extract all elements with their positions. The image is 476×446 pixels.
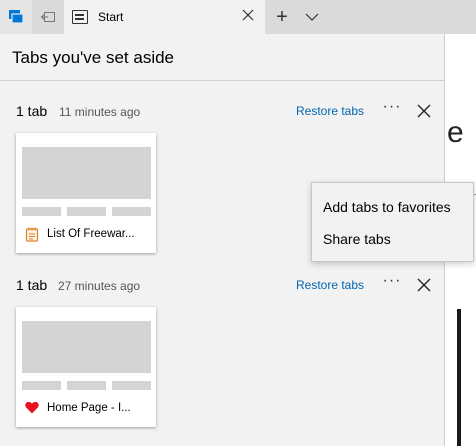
thumbnail-placeholder-line bbox=[22, 381, 61, 390]
tab-card[interactable]: Home Page - I... bbox=[16, 307, 156, 427]
thumbnail-placeholder-line bbox=[67, 381, 106, 390]
partial-heading-glyph: e bbox=[447, 116, 464, 149]
close-icon bbox=[242, 9, 254, 21]
set-aside-icon bbox=[40, 12, 55, 22]
close-icon bbox=[417, 278, 431, 292]
notepad-icon bbox=[25, 227, 39, 242]
set-tabs-aside-button[interactable] bbox=[32, 0, 64, 34]
share-tabs-menu-item[interactable]: Share tabs bbox=[312, 223, 473, 255]
more-options-button[interactable]: ··· bbox=[380, 272, 404, 292]
remove-group-button[interactable] bbox=[414, 275, 434, 295]
thumbnail-placeholder bbox=[22, 321, 151, 373]
thumbnail-placeholder-line bbox=[22, 207, 61, 216]
thumbnail-placeholder bbox=[22, 147, 151, 199]
thumbnail-placeholder-line bbox=[112, 207, 151, 216]
tabs-aside-icon bbox=[9, 10, 24, 24]
tab-card-title: List Of Freewar... bbox=[47, 228, 135, 240]
tab-card[interactable]: List Of Freewar... bbox=[16, 133, 156, 253]
start-page-icon bbox=[72, 10, 88, 24]
tabs-aside-button[interactable] bbox=[0, 0, 32, 34]
tab-count: 1 tab bbox=[16, 103, 48, 119]
thumbnail-placeholder-line bbox=[112, 381, 151, 390]
group-time: 11 minutes ago bbox=[59, 105, 141, 119]
more-options-button[interactable]: ··· bbox=[380, 98, 404, 118]
tab-count: 1 tab bbox=[16, 277, 48, 293]
divider bbox=[0, 80, 445, 81]
more-options-menu: Add tabs to favorites Share tabs bbox=[311, 182, 474, 262]
remove-group-button[interactable] bbox=[414, 101, 434, 121]
tab-card-title: Home Page - I... bbox=[47, 402, 131, 414]
tab-title: Start bbox=[98, 10, 124, 24]
tab-start[interactable]: Start bbox=[64, 0, 265, 34]
restore-tabs-link[interactable]: Restore tabs bbox=[296, 278, 364, 292]
add-tabs-to-favorites-menu-item[interactable]: Add tabs to favorites bbox=[312, 191, 473, 223]
chevron-down-icon bbox=[305, 13, 319, 21]
tab-close-button[interactable] bbox=[241, 9, 255, 23]
group-time: 27 minutes ago bbox=[58, 279, 141, 293]
tab-bar: Start + bbox=[0, 0, 476, 34]
thumbnail-placeholder-line bbox=[67, 207, 106, 216]
plus-icon: + bbox=[276, 5, 288, 28]
new-tab-button[interactable]: + bbox=[268, 0, 296, 34]
restore-tabs-link[interactable]: Restore tabs bbox=[296, 104, 364, 118]
close-icon bbox=[417, 104, 431, 118]
tab-group: 1 tab 27 minutes ago Restore tabs ··· Ho… bbox=[0, 272, 445, 444]
heart-icon bbox=[25, 401, 39, 415]
panel-title: Tabs you've set aside bbox=[12, 48, 175, 67]
dark-edge bbox=[457, 309, 461, 446]
tab-preview-toggle[interactable] bbox=[298, 0, 326, 34]
